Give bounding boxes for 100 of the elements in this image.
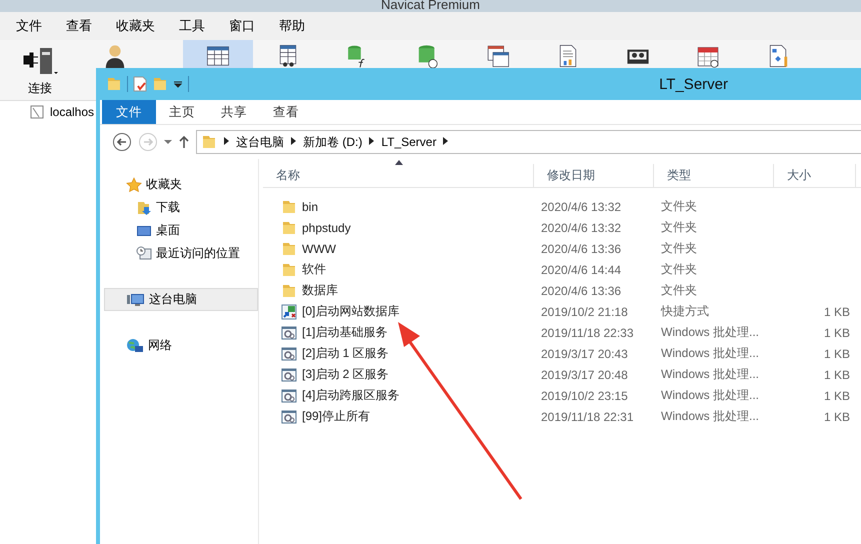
file-row[interactable]: 软件 2020/4/6 14:44 文件夹 [263,259,861,280]
modified-date: 2019/3/17 20:43 [540,346,629,360]
folder-icon [281,262,297,278]
file-name[interactable]: [2]启动 1 区服务 [302,345,389,362]
gear-file-icon [281,408,297,424]
connection-icon [30,105,44,119]
computer-icon [127,292,145,308]
menu-item[interactable]: 查看 [54,17,104,35]
sidebar-item[interactable]: 这台电脑 [104,288,258,311]
document-check-icon[interactable] [133,76,147,92]
file-size: 1 KB [824,410,850,424]
file-type: 快捷方式 [660,303,710,320]
file-type: 文件夹 [660,219,698,236]
menu-item[interactable]: 帮助 [267,17,317,35]
file-type: Windows 批处理... [660,345,760,362]
file-type: Windows 批处理... [660,324,760,341]
gear-file-icon [281,366,297,382]
chevron-icon[interactable] [224,137,229,145]
window-title: LT_Server [659,76,728,92]
breadcrumb[interactable]: 新加卷 (D:) [303,134,362,150]
folder-icon [281,282,297,298]
modified-date: 2019/10/2 23:15 [540,388,629,402]
file-size: 1 KB [824,368,850,382]
address-bar[interactable]: 这台电脑 新加卷 (D:) LT_Server [196,130,861,154]
sidebar-item[interactable]: 桌面 [104,219,258,242]
table-tool-button[interactable] [183,40,253,68]
ribbon-tab[interactable]: 查看 [260,100,312,124]
menu-item[interactable]: 窗口 [217,17,267,35]
file-row[interactable]: WWW 2020/4/6 13:36 文件夹 [263,238,861,259]
file-size: 1 KB [824,304,850,318]
breadcrumb[interactable]: 这台电脑 [236,134,284,150]
gear-file-icon [281,388,297,404]
sidebar-item[interactable]: 下载 [104,196,258,219]
file-type: Windows 批处理... [660,366,760,383]
folder-icon [281,220,297,236]
file-name[interactable]: 数据库 [302,282,338,299]
file-size: 1 KB [824,346,850,360]
ribbon-tab[interactable]: 主页 [156,100,208,124]
column-header[interactable]: 修改日期 [534,164,654,187]
column-header[interactable]: 类型 [654,164,774,187]
file-row[interactable]: [3]启动 2 区服务 2019/3/17 20:48 Windows 批处理... 1 KB [263,364,861,385]
dropdown-icon[interactable] [173,79,183,89]
file-name[interactable]: [99]停止所有 [302,408,370,425]
file-name[interactable]: WWW [302,242,336,256]
chevron-icon[interactable] [443,137,448,145]
file-type: 文件夹 [660,240,698,257]
gear-file-icon [281,346,297,362]
modified-date: 2019/11/18 22:31 [540,410,635,424]
file-row[interactable]: [0]启动网站数据库 2019/10/2 21:18 快捷方式 1 KB [263,301,861,322]
file-row[interactable]: phpstudy 2020/4/6 13:32 文件夹 [263,217,861,238]
modified-date: 2019/10/2 21:18 [540,304,629,318]
file-row[interactable]: [2]启动 1 区服务 2019/3/17 20:43 Windows 批处理... 1 KB [263,343,861,364]
file-row[interactable]: [1]启动基础服务 2019/11/18 22:33 Windows 批处理... 1 KB [263,322,861,343]
folder-icon [281,198,297,214]
breadcrumb[interactable]: LT_Server [381,135,436,149]
recent-places-icon [136,246,152,262]
file-size: 1 KB [824,326,850,340]
modified-date: 2020/4/6 13:36 [540,284,622,298]
file-name[interactable]: bin [302,200,318,214]
sidebar-item[interactable]: 最近访问的位置 [104,242,258,265]
file-type: Windows 批处理... [660,408,760,425]
file-name[interactable]: 软件 [302,261,326,278]
connect-tool-button[interactable]: 连接 [0,40,80,98]
up-arrow-icon[interactable] [178,135,190,149]
file-row[interactable]: bin 2020/4/6 13:32 文件夹 [263,196,861,217]
folder-icon [152,76,168,92]
sidebar-item[interactable]: 网络 [104,334,258,357]
menu-item[interactable]: 文件 [4,17,54,35]
folder-icon [281,240,297,256]
chevron-icon[interactable] [291,137,296,145]
file-menu-button[interactable]: 文件 [102,100,156,124]
sort-up-icon [395,160,403,165]
file-name[interactable]: [3]启动 2 区服务 [302,366,389,383]
folder-icon [201,134,217,150]
column-header[interactable]: 大小 [774,164,856,187]
file-row[interactable]: [99]停止所有 2019/11/18 22:31 Windows 批处理... 1 KB [263,406,861,427]
network-icon [126,338,144,354]
file-type: 文件夹 [660,282,698,299]
file-row[interactable]: [4]启动跨服区服务 2019/10/2 23:15 Windows 批处理... 1 KB [263,385,861,406]
file-name[interactable]: [1]启动基础服务 [302,324,388,341]
file-type: 文件夹 [660,198,698,215]
modified-date: 2020/4/6 14:44 [540,262,622,276]
modified-date: 2019/3/17 20:48 [540,368,629,382]
modified-date: 2019/11/18 22:33 [540,326,635,340]
menu-item[interactable]: 工具 [167,17,217,35]
back-icon[interactable] [112,132,132,152]
menu-item[interactable]: 收藏夹 [104,17,167,35]
sidebar-item[interactable]: 收藏夹 [104,173,258,196]
dropdown-icon[interactable] [164,139,172,145]
file-row[interactable]: 数据库 2020/4/6 13:36 文件夹 [263,280,861,301]
file-name[interactable]: [0]启动网站数据库 [302,303,400,320]
chevron-icon[interactable] [369,137,374,145]
modified-date: 2020/4/6 13:32 [540,220,622,234]
gear-file-icon [281,324,297,340]
ribbon-tab[interactable]: 共享 [208,100,260,124]
file-name[interactable]: [4]启动跨服区服务 [302,387,400,404]
file-name[interactable]: phpstudy [302,220,351,234]
modified-date: 2020/4/6 13:32 [540,200,622,214]
file-size: 1 KB [824,388,850,402]
connection-name[interactable]: localhos [50,105,94,119]
